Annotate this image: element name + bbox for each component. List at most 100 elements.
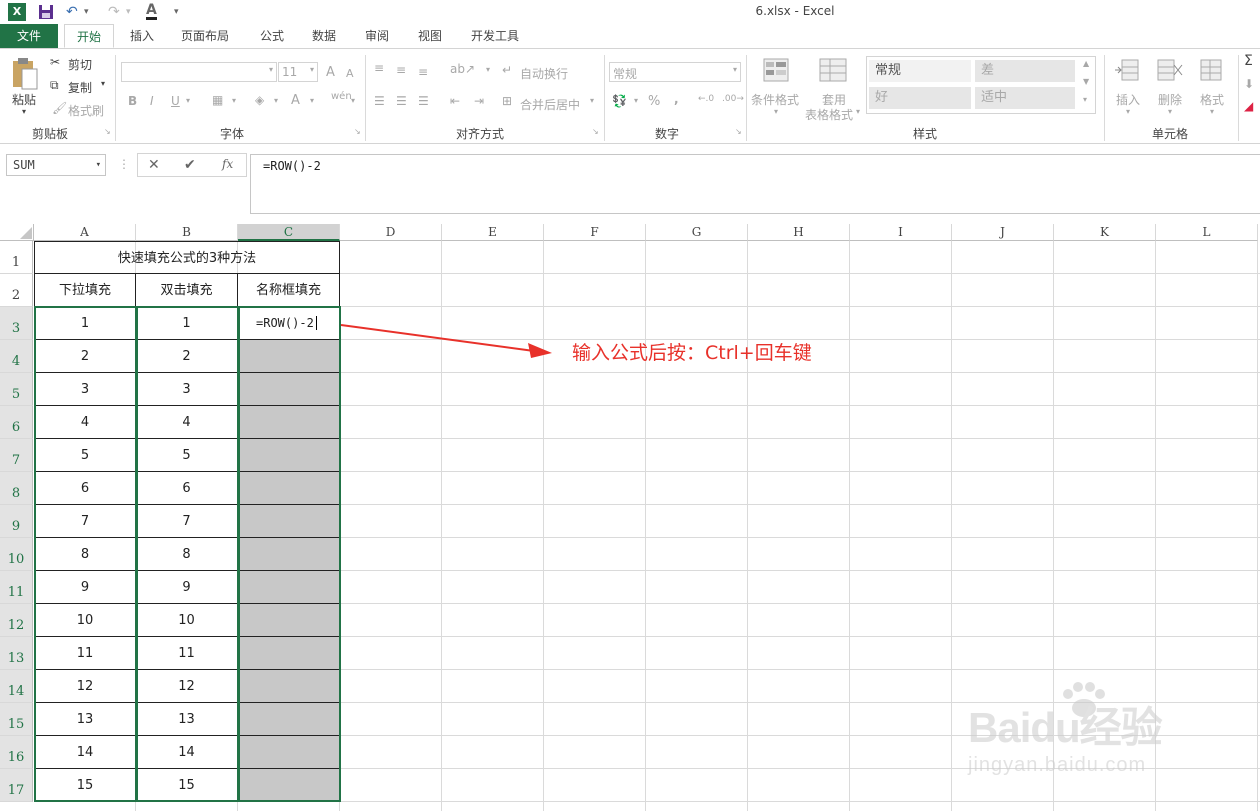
table-cell-a[interactable]: 4 [34,406,136,439]
phonetic-icon[interactable]: wén [331,91,352,102]
format-as-table-icon[interactable] [818,57,850,85]
row-header-17[interactable]: 17 [0,769,33,802]
format-cells-button[interactable]: 格式 [1200,91,1224,108]
column-header-l[interactable]: L [1156,224,1258,241]
merge-center-icon[interactable]: ⊞ [502,94,512,108]
merge-dropdown-icon[interactable]: ▾ [590,96,594,105]
table-cell-c[interactable] [238,406,340,439]
column-header-h[interactable]: H [748,224,850,241]
clear-icon[interactable]: ◢ [1244,99,1253,113]
tab-developer[interactable]: 开发工具 [462,24,528,48]
table-cell-a[interactable]: 6 [34,472,136,505]
format-cells-dropdown-icon[interactable]: ▾ [1210,107,1214,116]
phonetic-dropdown-icon[interactable]: ▾ [351,96,355,105]
underline-button[interactable]: U [171,94,180,108]
table-cell-a[interactable]: 5 [34,439,136,472]
copy-dropdown-icon[interactable]: ▾ [101,79,105,88]
table-cell-b[interactable]: 13 [136,703,238,736]
increase-font-icon[interactable]: A [326,65,335,80]
table-header-cell[interactable]: 下拉填充 [34,274,136,307]
italic-button[interactable]: I [150,94,154,108]
name-box-dropdown-icon[interactable]: ▾ [96,155,101,175]
gallery-up-icon[interactable]: ▲ [1083,59,1089,68]
table-cell-a[interactable]: 15 [34,769,136,802]
fill-color-dropdown-icon[interactable]: ▾ [274,96,278,105]
column-header-a[interactable]: A [34,224,136,241]
table-cell-c[interactable] [238,769,340,802]
table-cell-b[interactable]: 11 [136,637,238,670]
tab-file[interactable]: 文件 [0,24,58,48]
delete-cells-dropdown-icon[interactable]: ▾ [1168,107,1172,116]
table-cell-a[interactable]: 9 [34,571,136,604]
table-cell-b[interactable]: 1 [136,307,238,340]
worksheet-grid[interactable]: ABCDEFGHIJKL 1 2 3 4 5 6 7 8 9 10 11 12 13 14 15 16 17 快… [0,224,1260,811]
table-cell-c[interactable] [238,340,340,373]
style-normal[interactable]: 常规 [869,60,971,82]
table-cell-b[interactable]: 6 [136,472,238,505]
table-cell-b[interactable]: 14 [136,736,238,769]
style-good[interactable]: 好 [869,87,971,109]
gallery-down-icon[interactable]: ▼ [1083,77,1089,86]
column-header-c[interactable]: C [238,224,340,241]
font-size-select[interactable]: 11 ▾ [278,62,318,82]
row-header-10[interactable]: 10 [0,538,33,571]
insert-cells-icon[interactable] [1114,57,1142,85]
align-left-icon[interactable]: ☰ [374,94,385,108]
style-neutral[interactable]: 适中 [975,87,1075,109]
table-cell-c[interactable] [238,637,340,670]
style-bad[interactable]: 差 [975,60,1075,82]
column-header-i[interactable]: I [850,224,952,241]
active-cell-editor[interactable]: =ROW()-2 [238,307,340,340]
row-header-3[interactable]: 3 [0,307,33,340]
name-box[interactable]: SUM ▾ [6,154,106,176]
paste-dropdown-icon[interactable]: ▾ [22,107,26,116]
table-cell-c[interactable] [238,373,340,406]
align-middle-icon[interactable]: ≡ [396,63,406,77]
table-cell-b[interactable]: 5 [136,439,238,472]
format-as-table-label-2[interactable]: 表格格式 [805,106,853,123]
table-cell-c[interactable] [238,439,340,472]
table-cell-a[interactable]: 12 [34,670,136,703]
table-cell-c[interactable] [238,604,340,637]
conditional-formatting-button[interactable]: 条件格式 [751,91,799,108]
font-launcher-icon[interactable]: ↘ [354,127,361,136]
fill-icon[interactable]: ⬇ [1244,77,1254,91]
clipboard-launcher-icon[interactable]: ↘ [104,127,111,136]
table-title-cell[interactable]: 快速填充公式的3种方法 [34,241,340,274]
format-cells-icon[interactable] [1198,57,1226,85]
borders-icon[interactable]: ▦ [212,93,223,107]
row-header-2[interactable]: 2 [0,274,33,307]
accounting-format-icon[interactable]: 💱 [612,94,627,108]
table-cell-a[interactable]: 1 [34,307,136,340]
wrap-text-icon[interactable]: ↵ [502,63,512,77]
orientation-dropdown-icon[interactable]: ▾ [486,65,490,74]
table-cell-c[interactable] [238,472,340,505]
tab-formulas[interactable]: 公式 [250,24,294,48]
font-color-dropdown-icon[interactable]: ▾ [310,96,314,105]
borders-dropdown-icon[interactable]: ▾ [232,96,236,105]
number-format-dropdown-icon[interactable]: ▾ [733,65,737,74]
tab-review[interactable]: 审阅 [355,24,399,48]
fill-color-icon[interactable]: ◈ [255,93,264,107]
column-header-g[interactable]: G [646,224,748,241]
row-header-13[interactable]: 13 [0,637,33,670]
copy-button[interactable]: 复制 [68,79,92,96]
decrease-font-icon[interactable]: A [346,67,354,80]
tab-page-layout[interactable]: 页面布局 [172,24,238,48]
column-header-b[interactable]: B [136,224,238,241]
table-cell-a[interactable]: 8 [34,538,136,571]
alignment-launcher-icon[interactable]: ↘ [592,127,599,136]
table-cell-c[interactable] [238,505,340,538]
row-header-5[interactable]: 5 [0,373,33,406]
tab-data[interactable]: 数据 [302,24,346,48]
comma-button[interactable]: , [674,92,679,106]
table-cell-a[interactable]: 14 [34,736,136,769]
table-cell-b[interactable]: 12 [136,670,238,703]
font-size-dropdown-icon[interactable]: ▾ [310,65,314,74]
font-color-icon[interactable]: A [291,93,300,108]
column-header-e[interactable]: E [442,224,544,241]
formula-input[interactable]: =ROW()-2 [250,154,1260,214]
decrease-decimal-icon[interactable]: .00→ [722,94,744,104]
table-cell-a[interactable]: 3 [34,373,136,406]
table-cell-b[interactable]: 7 [136,505,238,538]
